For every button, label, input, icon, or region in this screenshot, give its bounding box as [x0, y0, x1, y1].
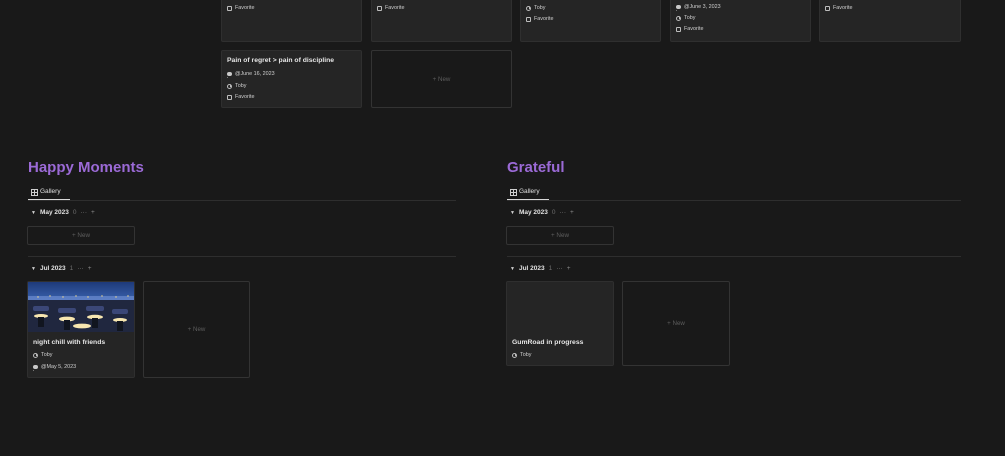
- favorite-property[interactable]: Favorite: [526, 16, 553, 22]
- new-button[interactable]: + New: [27, 226, 135, 245]
- clock-icon: [526, 5, 531, 11]
- plus-icon[interactable]: +: [567, 265, 571, 272]
- card-title: night chill with friends: [33, 339, 106, 346]
- person-property: Toby: [526, 5, 545, 11]
- tab-gallery[interactable]: Gallery: [510, 188, 540, 195]
- gallery-card[interactable]: @June 3, 2023 Toby Favorite: [670, 0, 811, 42]
- checkbox-icon[interactable]: [825, 5, 830, 11]
- clock-icon: [512, 352, 517, 358]
- favorite-property[interactable]: Favorite: [227, 5, 254, 11]
- person-property: Toby: [227, 83, 246, 89]
- favorite-property[interactable]: Favorite: [676, 26, 703, 32]
- person-property: Toby: [676, 15, 695, 21]
- more-icon[interactable]: ···: [81, 209, 88, 216]
- gallery-card[interactable]: night chill with friends Toby @May 5, 20…: [27, 281, 135, 378]
- divider: [507, 256, 961, 257]
- caret-down-icon[interactable]: ▼: [31, 266, 36, 272]
- favorite-property[interactable]: Favorite: [227, 94, 254, 100]
- more-icon[interactable]: ···: [556, 265, 563, 272]
- checkbox-icon[interactable]: [227, 94, 232, 100]
- checkbox-icon[interactable]: [377, 5, 382, 11]
- checkbox-icon[interactable]: [526, 16, 531, 22]
- caret-down-icon[interactable]: ▼: [510, 210, 515, 216]
- comment-icon: [676, 5, 681, 11]
- comment-icon: [33, 365, 38, 371]
- plus-icon[interactable]: +: [570, 209, 574, 216]
- caret-down-icon[interactable]: ▼: [510, 266, 515, 272]
- clock-icon: [676, 15, 681, 21]
- plus-icon[interactable]: +: [88, 265, 92, 272]
- tab-gallery[interactable]: Gallery: [31, 188, 61, 195]
- new-card-button[interactable]: + New: [371, 50, 512, 108]
- group-header-may[interactable]: ▼ May 2023 0 ··· +: [510, 209, 574, 216]
- caret-down-icon[interactable]: ▼: [31, 210, 36, 216]
- gallery-icon: [510, 188, 518, 195]
- new-card-button[interactable]: + New: [622, 281, 730, 366]
- favorite-property[interactable]: Favorite: [377, 5, 404, 11]
- divider: [28, 200, 456, 201]
- gallery-icon: [31, 188, 39, 195]
- new-card-button[interactable]: + New: [143, 281, 250, 378]
- group-header-jul[interactable]: ▼ Jul 2023 1 ··· +: [510, 265, 571, 272]
- section-title: Grateful: [507, 159, 565, 176]
- gallery-card[interactable]: Toby Favorite: [520, 0, 661, 42]
- comment-icon: [227, 72, 232, 78]
- plus-icon[interactable]: +: [91, 209, 95, 216]
- favorite-property[interactable]: Favorite: [825, 5, 852, 11]
- clock-icon: [33, 352, 38, 358]
- checkbox-icon[interactable]: [227, 5, 232, 11]
- group-header-jul[interactable]: ▼ Jul 2023 1 ··· +: [31, 265, 92, 272]
- card-title: Pain of regret > pain of discipline: [227, 57, 335, 64]
- checkbox-icon[interactable]: [676, 26, 681, 32]
- more-icon[interactable]: ···: [77, 265, 84, 272]
- divider: [28, 256, 456, 257]
- gallery-card[interactable]: GumRoad in progress Toby: [506, 281, 614, 366]
- date-property: @June 16, 2023: [227, 71, 275, 78]
- more-icon[interactable]: ···: [560, 209, 567, 216]
- divider: [507, 200, 961, 201]
- section-title: Happy Moments: [28, 159, 144, 176]
- person-property: Toby: [33, 352, 52, 358]
- card-title: GumRoad in progress: [512, 339, 584, 346]
- cover-image: [28, 282, 134, 332]
- date-property: @June 3, 2023: [676, 4, 721, 11]
- gallery-card[interactable]: Pain of regret > pain of discipline @Jun…: [221, 50, 362, 108]
- gallery-card[interactable]: Favorite: [819, 0, 961, 42]
- date-property: @May 5, 2023: [33, 364, 76, 371]
- gallery-card[interactable]: Favorite: [371, 0, 512, 42]
- person-property: Toby: [512, 352, 531, 358]
- gallery-card[interactable]: Favorite: [221, 0, 362, 42]
- group-header-may[interactable]: ▼ May 2023 0 ··· +: [31, 209, 95, 216]
- new-button[interactable]: + New: [506, 226, 614, 245]
- clock-icon: [227, 83, 232, 89]
